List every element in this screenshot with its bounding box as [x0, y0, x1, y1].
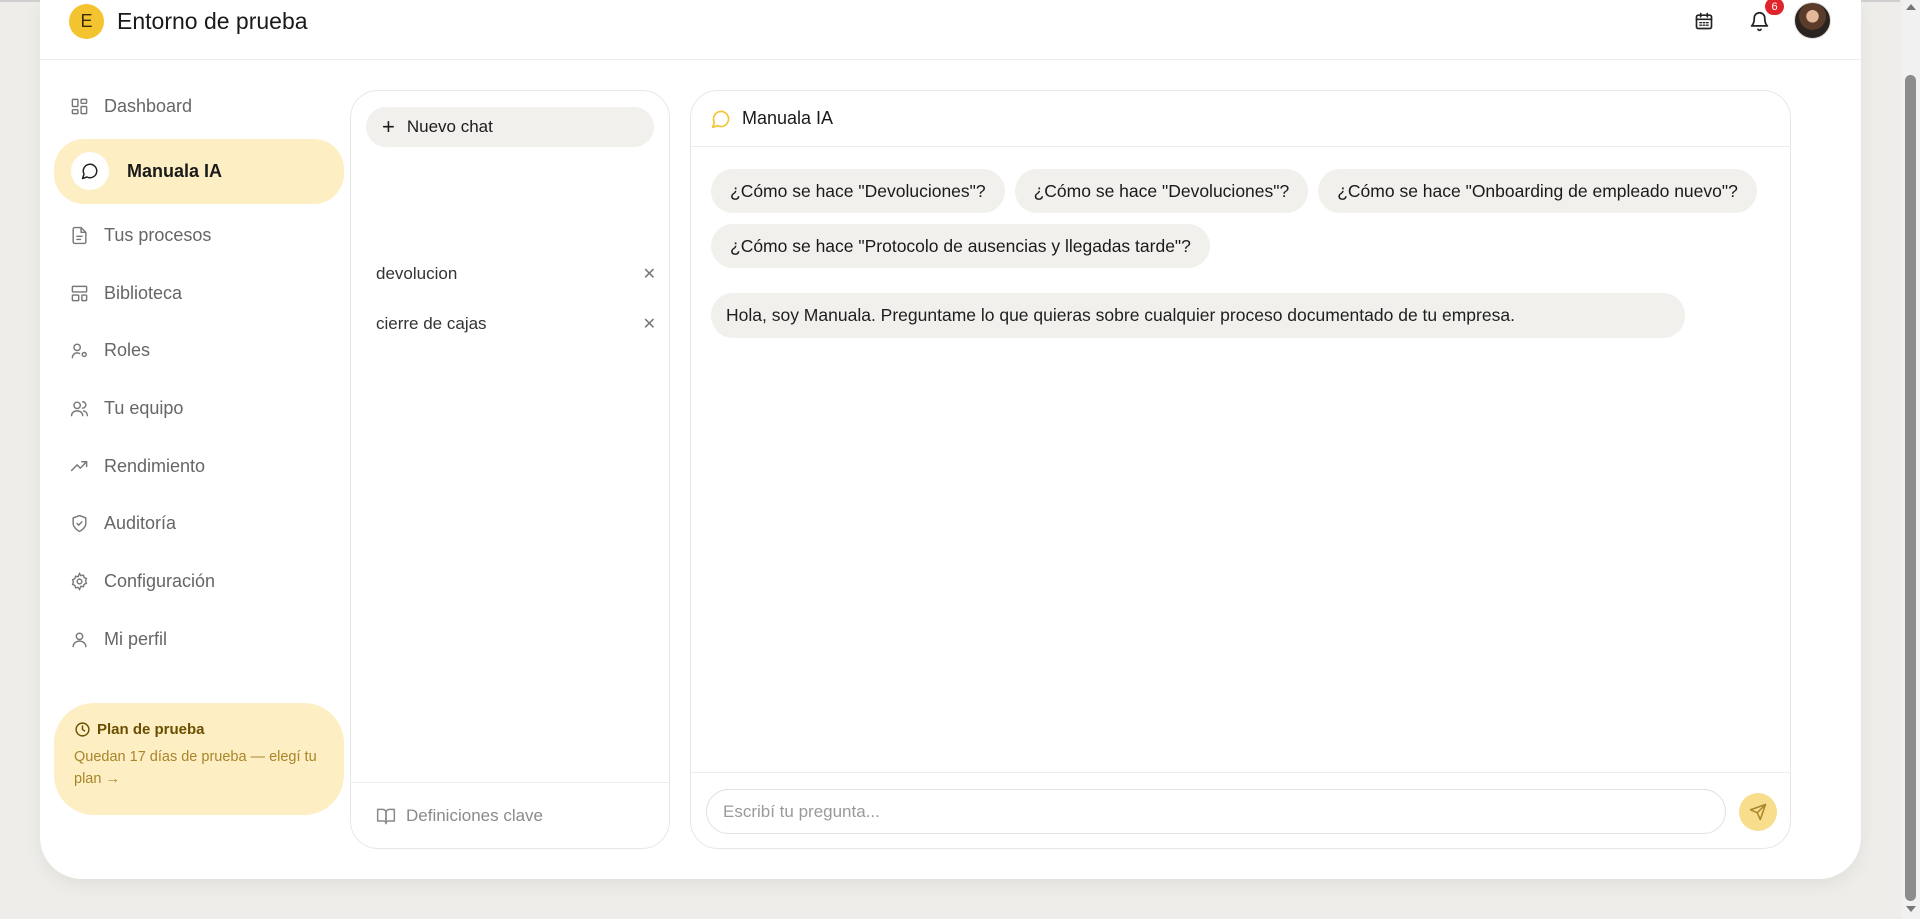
definitions-label: Definiciones clave	[406, 805, 544, 825]
user-icon	[68, 628, 90, 650]
document-icon	[68, 225, 90, 247]
sidebar-nav: Dashboard Manuala IA Tus procesos Biblio…	[54, 78, 344, 668]
sidebar-item-auditoria[interactable]: Auditoría	[54, 495, 344, 553]
scrollbar-thumb[interactable]	[1905, 75, 1916, 901]
users-icon	[68, 398, 90, 420]
sidebar-item-mi-perfil[interactable]: Mi perfil	[54, 611, 344, 669]
sidebar-item-label: Rendimiento	[104, 455, 206, 476]
sidebar-item-label: Tus procesos	[104, 225, 212, 246]
sidebar-item-tu-equipo[interactable]: Tu equipo	[54, 380, 344, 438]
sidebar-item-roles[interactable]: Roles	[54, 322, 344, 380]
sidebar-item-tus-procesos[interactable]: Tus procesos	[54, 207, 344, 265]
sidebar-item-manuala-ia[interactable]: Manuala IA	[54, 138, 344, 204]
user-avatar[interactable]	[1794, 2, 1831, 39]
sidebar-item-label: Auditoría	[104, 513, 177, 534]
clock-icon	[75, 722, 90, 737]
suggestion-chip[interactable]: ¿Cómo se hace "Onboarding de empleado nu…	[1318, 169, 1757, 213]
org-name: Entorno de prueba	[117, 8, 308, 34]
close-icon[interactable]: ✕	[643, 314, 656, 334]
plan-title-row: Plan de prueba	[74, 721, 324, 738]
send-icon	[1749, 803, 1767, 821]
sidebar-item-biblioteca[interactable]: Biblioteca	[54, 264, 344, 322]
chat-history-panel: + Nuevo chat devolucion ✕ cierre de caja…	[350, 90, 670, 849]
sidebar-item-label: Biblioteca	[104, 282, 183, 303]
user-gear-icon	[68, 340, 90, 362]
new-chat-button[interactable]: + Nuevo chat	[366, 107, 654, 147]
sidebar-item-rendimiento[interactable]: Rendimiento	[54, 437, 344, 495]
send-button[interactable]	[1739, 793, 1777, 831]
message-composer	[691, 772, 1790, 848]
suggestion-chip[interactable]: ¿Cómo se hace "Devoluciones"?	[711, 169, 1005, 213]
sidebar-item-label: Manuala IA	[127, 160, 223, 181]
org-avatar[interactable]: E	[69, 4, 104, 39]
book-open-icon	[376, 808, 396, 824]
gear-icon	[68, 571, 90, 593]
suggestion-chip[interactable]: ¿Cómo se hace "Protocolo de ausencias y …	[711, 224, 1210, 268]
library-icon	[68, 282, 90, 304]
chat-list-item[interactable]: cierre de cajas ✕	[376, 309, 656, 339]
suggestion-list: ¿Cómo se hace "Devoluciones"? ¿Cómo se h…	[711, 169, 1771, 268]
assistant-message: Hola, soy Manuala. Preguntame lo que qui…	[711, 293, 1685, 338]
dashboard-icon	[68, 96, 90, 118]
definitions-link[interactable]: Definiciones clave	[351, 782, 669, 848]
shield-check-icon	[68, 513, 90, 535]
plus-icon: +	[382, 114, 395, 139]
plan-title: Plan de prueba	[97, 721, 205, 738]
chat-bubble-icon	[71, 152, 109, 191]
sidebar-item-configuracion[interactable]: Configuración	[54, 553, 344, 611]
trial-plan-card[interactable]: Plan de prueba Quedan 17 días de prueba …	[54, 703, 344, 815]
scroll-up-icon[interactable]	[1906, 4, 1916, 10]
close-icon[interactable]: ✕	[643, 264, 656, 284]
question-input[interactable]	[706, 789, 1726, 834]
chat-bubble-icon	[711, 110, 730, 128]
sidebar-item-dashboard[interactable]: Dashboard	[54, 78, 344, 136]
chat-panel: Manuala IA ¿Cómo se hace "Devoluciones"?…	[690, 90, 1791, 849]
calendar-icon[interactable]	[1691, 8, 1717, 34]
scroll-down-icon[interactable]	[1906, 906, 1916, 912]
new-chat-label: Nuevo chat	[406, 117, 493, 136]
sidebar-item-label: Mi perfil	[104, 628, 168, 649]
trending-up-icon	[68, 455, 90, 477]
chat-title: devolucion	[376, 264, 458, 283]
notification-count-badge: 6	[1765, 0, 1784, 15]
plan-description-link[interactable]: Quedan 17 días de prueba — elegí tu plan…	[74, 746, 324, 791]
suggestion-chip[interactable]: ¿Cómo se hace "Devoluciones"?	[1014, 169, 1309, 213]
sidebar-item-label: Dashboard	[104, 96, 193, 117]
chat-list-item[interactable]: devolucion ✕	[376, 259, 656, 289]
chat-title: Manuala IA	[742, 108, 834, 128]
chat-title: cierre de cajas	[376, 314, 487, 333]
top-header: E Entorno de prueba 6	[40, 0, 1861, 60]
sidebar-item-label: Tu equipo	[104, 398, 184, 419]
chat-header: Manuala IA	[691, 91, 1790, 147]
sidebar-item-label: Roles	[104, 340, 151, 361]
sidebar-item-label: Configuración	[104, 571, 216, 592]
